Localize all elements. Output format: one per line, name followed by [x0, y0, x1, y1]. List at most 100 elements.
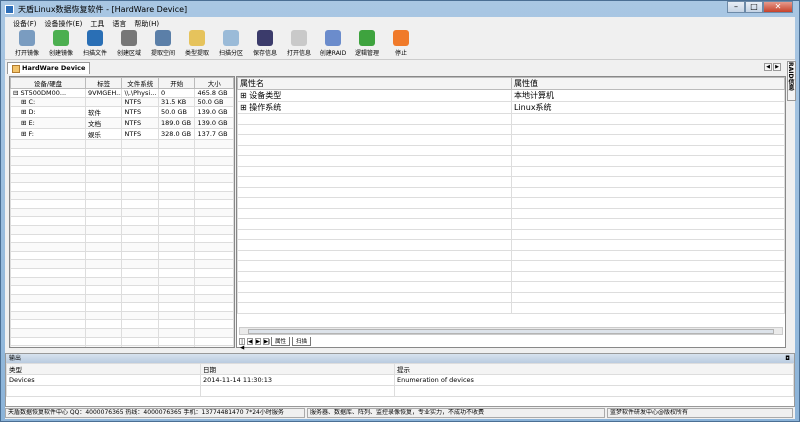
device-cell: 189.0 GB	[157, 117, 196, 129]
toolbar-button-label: 打开镜像	[14, 50, 39, 57]
menu-help[interactable]: 帮助(H)	[134, 19, 159, 29]
open-image-icon	[19, 30, 35, 46]
menu-device-ops[interactable]: 设备操作(E)	[45, 19, 83, 29]
side-tab-raid[interactable]: RAID信息	[787, 61, 796, 101]
sheet-tabs: |◀ ◀ ▶ ▶| 属性 扫描	[239, 337, 312, 351]
device-cell: 0	[157, 88, 196, 98]
device-cell: 137.7 GB	[194, 128, 234, 140]
device-cell	[84, 97, 123, 107]
device-cell: 文档	[84, 117, 123, 129]
menu-device[interactable]: 设备(F)	[13, 19, 37, 29]
toolbar-button-label: 保存信息	[252, 50, 277, 57]
device-row[interactable]: ⊟ ST500DM00... 9VMGEH... \\.\Physi... 0 465.…	[10, 88, 234, 98]
close-button[interactable]: ✕	[763, 1, 793, 13]
toolbar-button-open-info[interactable]: 打开信息	[285, 30, 313, 57]
horizontal-scrollbar[interactable]	[239, 327, 783, 335]
toolbar-button-label: 逻辑管理	[354, 50, 379, 57]
column-header-start[interactable]: 开始	[157, 77, 196, 89]
device-cell: NTFS	[121, 97, 159, 107]
status-copyright: 蓝梦软件研发中心@版权所有	[607, 408, 793, 418]
column-header-filesystem[interactable]: 文件系统	[121, 77, 159, 89]
device-cell: 软件	[84, 106, 123, 118]
toolbar-button-scan-files[interactable]: 扫描文件	[81, 30, 109, 57]
toolbar-button-label: 创建区域	[116, 50, 141, 57]
toolbar-button-extract-space[interactable]: 提取空间	[149, 30, 177, 57]
tab-hardware-device[interactable]: HardWare Device	[7, 62, 91, 74]
window-title: 天盾Linux数据恢复软件 - [HardWare Device]	[18, 4, 188, 14]
column-header-label[interactable]: 标签	[84, 77, 123, 89]
table-row[interactable]: Devices 2014-11-14 11:30:13 Enumeration …	[6, 374, 794, 386]
device-cell: \\.\Physi...	[121, 88, 159, 98]
toolbar-button-label: 创建RAID	[319, 50, 347, 57]
app-icon	[5, 4, 14, 14]
tab-scroll-left-button[interactable]: ◀	[764, 63, 772, 71]
toolbar-button-create-image[interactable]: 创建镜像	[47, 30, 75, 57]
property-cell: 本地计算机	[511, 89, 785, 102]
document-tab-row: HardWare Device ◀ ▶	[5, 61, 795, 74]
output-header: 输出 ◘	[6, 354, 794, 363]
property-row[interactable]: ⊞ 操作系统 Linux系统	[237, 101, 785, 114]
device-cell: 328.0 GB	[157, 128, 196, 140]
first-sheet-button[interactable]: |◀	[239, 338, 245, 351]
output-title: 输出	[9, 355, 22, 362]
toolbar-button-label: 停止	[394, 50, 407, 57]
device-cell: ⊞ D:	[10, 106, 86, 118]
device-row[interactable]: ⊞ D: 软件 NTFS 50.0 GB 139.0 GB	[10, 106, 234, 118]
column-header-size[interactable]: 大小	[194, 77, 234, 89]
property-cell: Linux系统	[511, 101, 785, 114]
device-cell: 娱乐	[84, 128, 123, 140]
stop-icon	[393, 30, 409, 46]
extract-space-icon	[155, 30, 171, 46]
toolbar-button-type-extract[interactable]: 类型提取	[183, 30, 211, 57]
maximize-button[interactable]: □	[745, 1, 763, 13]
toolbar-button-label: 类型提取	[184, 50, 209, 57]
save-info-icon	[257, 30, 273, 46]
device-cell: 31.5 KB	[157, 97, 196, 107]
create-raid-icon	[325, 30, 341, 46]
scrollbar-thumb[interactable]	[248, 329, 774, 334]
device-cell: 465.8 GB	[194, 88, 234, 98]
last-sheet-button[interactable]: ▶|	[263, 338, 270, 345]
next-sheet-button[interactable]: ▶	[255, 338, 261, 345]
device-cell: 9VMGEH...	[84, 88, 123, 98]
device-cell: ⊞ C:	[10, 97, 86, 107]
output-table: 类型 日期 提示 Devices 2014-11-14 11:30:13 Enu…	[6, 363, 794, 397]
menu-tools[interactable]: 工具	[90, 19, 104, 29]
open-info-icon	[291, 30, 307, 46]
toolbar-button-logic-manage[interactable]: 逻辑管理	[353, 30, 381, 57]
cell-date: 2014-11-14 11:30:13	[200, 374, 395, 386]
toolbar-button-save-info[interactable]: 保存信息	[251, 30, 279, 57]
create-region-icon	[121, 30, 137, 46]
toolbar-button-open-image[interactable]: 打开镜像	[13, 30, 41, 57]
output-panel: 输出 ◘ 类型 日期 提示 Devices 2014-11-14 11:30:1…	[5, 353, 795, 407]
device-row[interactable]: ⊞ E: 文档 NTFS 189.0 GB 139.0 GB	[10, 117, 234, 129]
tab-scroll-right-button[interactable]: ▶	[773, 63, 781, 71]
device-cell: ⊟ ST500DM00...	[10, 88, 86, 98]
menu-language[interactable]: 语言	[112, 19, 126, 29]
device-cell: NTFS	[121, 106, 159, 118]
device-cell: 50.0 GB	[157, 106, 196, 118]
column-header-date: 日期	[200, 363, 395, 375]
device-row[interactable]: ⊞ F: 娱乐 NTFS 328.0 GB 137.7 GB	[10, 128, 234, 140]
pin-icon[interactable]: ◘	[785, 354, 790, 363]
minimize-button[interactable]: –	[727, 1, 745, 13]
sheet-tab-properties[interactable]: 属性	[271, 337, 291, 346]
toolbar-button-label: 扫描文件	[82, 50, 107, 57]
toolbar-button-create-region[interactable]: 创建区域	[115, 30, 143, 57]
column-header-property-value[interactable]: 属性值	[511, 77, 785, 90]
column-header-device[interactable]: 设备/硬盘	[10, 77, 86, 89]
scan-partition-icon	[223, 30, 239, 46]
device-cell: 139.0 GB	[194, 106, 234, 118]
status-contact: 天盾数据恢复软件中心 QQ：4000076365 热线：4000076365 手…	[5, 408, 305, 418]
device-row[interactable]: ⊞ C: NTFS 31.5 KB 50.0 GB	[10, 97, 234, 107]
properties-table: 属性名 属性值 ⊞ 设备类型 本地计算机 ⊞ 操作系统 Linux系统	[237, 77, 785, 314]
toolbar-button-stop[interactable]: 停止	[387, 30, 415, 57]
toolbar-button-label: 扫描分区	[218, 50, 243, 57]
prev-sheet-button[interactable]: ◀	[247, 338, 253, 345]
column-header-property-name[interactable]: 属性名	[237, 77, 512, 90]
toolbar-button-create-raid[interactable]: 创建RAID	[319, 30, 347, 57]
property-row[interactable]: ⊞ 设备类型 本地计算机	[237, 89, 785, 102]
toolbar: 打开镜像 创建镜像 扫描文件 创建区域 提取空间 类型提取 扫描分区 保存信息 打开信息 创建RA…	[5, 30, 795, 60]
toolbar-button-scan-partition[interactable]: 扫描分区	[217, 30, 245, 57]
sheet-tab-scan[interactable]: 扫描	[292, 337, 312, 346]
